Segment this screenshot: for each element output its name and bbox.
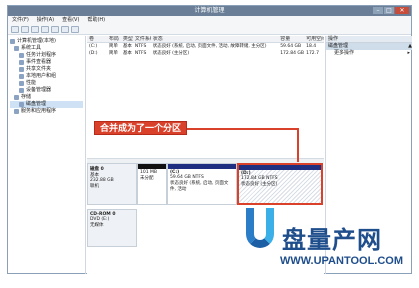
services-icon	[14, 109, 19, 114]
watermark-cn-text: 盘量产网	[282, 226, 382, 254]
collapse-icon: ▲	[408, 43, 412, 49]
watermark-logo: 盘量产网 WWW.UPANTOOL.COM	[240, 200, 415, 285]
menu-view[interactable]: 查看(V)	[62, 16, 79, 25]
tree-item-shared-folders[interactable]: 共享文件夹	[10, 66, 83, 73]
table-row[interactable]: (D:) 简单 基本 NTFS 状态良好 (主分区) 172.84 GB 172…	[87, 50, 324, 57]
event-icon	[19, 60, 24, 65]
toolbar	[8, 25, 411, 35]
col-status[interactable]: 状态	[151, 36, 278, 42]
more-actions-item[interactable]: 更多操作 ▸	[326, 50, 412, 57]
navigation-tree: 计算机管理(本地) 系统工具 任务计划程序 事件查看器 共享文件夹 本地用户和组…	[8, 36, 86, 274]
title-bar: 计算机管理 – □ ✕	[8, 6, 411, 16]
disk-0-label[interactable]: 磁盘 0 基本 232.88 GB 联机	[87, 163, 137, 205]
tree-item-task-scheduler[interactable]: 任务计划程序	[10, 52, 83, 59]
computer-icon	[10, 39, 15, 44]
up-icon[interactable]	[31, 26, 39, 33]
performance-icon	[19, 81, 24, 86]
u-logo-icon	[246, 208, 274, 248]
tree-item-local-users[interactable]: 本地用户和组	[10, 73, 83, 80]
annotation-line-horizontal	[173, 128, 299, 130]
users-icon	[19, 74, 24, 79]
device-icon	[19, 88, 24, 93]
window-title: 计算机管理	[194, 7, 225, 14]
watermark-url-text: WWW.UPANTOOL.COM	[280, 255, 404, 267]
menu-file[interactable]: 文件(F)	[12, 16, 29, 25]
partition-d[interactable]: (D:) 172.84 GB NTFS 状态良好 (主分区)	[237, 163, 323, 205]
tools-icon	[14, 46, 19, 51]
volume-table-header: 卷 布局 类型 文件系统 状态 容量 可用空间	[87, 36, 324, 43]
disk-0-row: 磁盘 0 基本 232.88 GB 联机 101 MB 未分配 (C:) 59.…	[87, 163, 324, 205]
annotation-line-vertical	[297, 130, 299, 162]
actions-section-disk-management[interactable]: 磁盘管理 ▲	[326, 43, 412, 50]
col-volume[interactable]: 卷	[87, 36, 107, 42]
col-capacity[interactable]: 容量	[278, 36, 304, 42]
disk-icon	[19, 102, 24, 107]
table-row[interactable]: (C:) 简单 基本 NTFS 状态良好 (系统, 启动, 页面文件, 活动, …	[87, 43, 324, 50]
storage-icon	[14, 95, 19, 100]
tree-item-performance[interactable]: 性能	[10, 80, 83, 87]
tree-item-services-apps[interactable]: 服务和应用程序	[10, 108, 83, 115]
col-free[interactable]: 可用空间	[304, 36, 324, 42]
tree-item-computer-management[interactable]: 计算机管理(本地)	[10, 38, 83, 45]
forward-icon[interactable]	[21, 26, 29, 33]
help-icon[interactable]	[51, 26, 59, 33]
tree-item-system-tools[interactable]: 系统工具	[10, 45, 83, 52]
tree-item-device-manager[interactable]: 设备管理器	[10, 87, 83, 94]
partition-c[interactable]: (C:) 59.64 GB NTFS 状态良好 (系统, 启动, 页面文件, 活…	[167, 163, 237, 205]
close-button[interactable]: ✕	[395, 7, 409, 14]
list-icon[interactable]	[61, 26, 69, 33]
back-icon[interactable]	[11, 26, 19, 33]
tree-item-disk-management[interactable]: 磁盘管理	[10, 101, 83, 108]
settings-icon[interactable]	[71, 26, 79, 33]
menu-help[interactable]: 帮助(H)	[87, 16, 105, 25]
minimize-button[interactable]: –	[373, 7, 383, 14]
tree-item-event-viewer[interactable]: 事件查看器	[10, 59, 83, 66]
annotation-label: 合并成为了一个分区	[94, 121, 188, 135]
chevron-right-icon: ▸	[407, 50, 410, 56]
clock-icon	[19, 53, 24, 58]
col-filesystem[interactable]: 文件系统	[133, 36, 151, 42]
menu-action[interactable]: 操作(A)	[37, 16, 54, 25]
properties-icon[interactable]	[41, 26, 49, 33]
partition-unallocated[interactable]: 101 MB 未分配	[137, 163, 167, 205]
menu-bar: 文件(F) 操作(A) 查看(V) 帮助(H)	[8, 16, 411, 25]
maximize-button[interactable]: □	[384, 7, 394, 14]
cdrom-0-label[interactable]: CD-ROM 0 DVD (E:) 无媒体	[87, 209, 137, 247]
actions-header: 操作	[326, 36, 412, 43]
col-layout[interactable]: 布局	[107, 36, 121, 42]
tree-item-storage[interactable]: 存储	[10, 94, 83, 101]
col-type[interactable]: 类型	[121, 36, 133, 42]
folder-icon	[19, 67, 24, 72]
